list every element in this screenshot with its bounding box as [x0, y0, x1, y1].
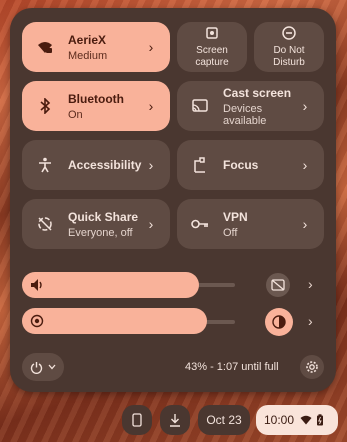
settings-button[interactable]: [300, 355, 324, 379]
brightness-slider[interactable]: [22, 308, 207, 334]
download-icon: [169, 413, 181, 427]
chevron-right-icon: ›: [302, 216, 308, 232]
screen-capture-tile[interactable]: Screen capture: [177, 22, 247, 72]
bluetooth-title: Bluetooth: [68, 91, 124, 106]
chevron-right-icon: ›: [148, 216, 154, 232]
captions-off-icon: [271, 279, 285, 291]
audio-settings-chevron-icon[interactable]: ›: [308, 276, 313, 292]
hide-captions-button[interactable]: [266, 273, 290, 297]
wifi-network-name: AerieX: [68, 32, 107, 47]
bluetooth-icon: [36, 97, 54, 115]
accessibility-icon: [36, 156, 54, 174]
quick-settings-panel: AerieX Medium › Screen capture Do Not Di…: [10, 8, 336, 392]
phone-icon: [132, 413, 142, 427]
cast-icon: [191, 97, 209, 115]
chevron-right-icon: ›: [148, 98, 154, 114]
contrast-icon: [272, 315, 286, 329]
power-icon: [30, 361, 43, 374]
do-not-disturb-label-2: Disturb: [273, 57, 305, 68]
vpn-key-icon: [191, 215, 209, 233]
screen-capture-icon: [204, 25, 220, 41]
phone-hub-button[interactable]: [122, 405, 152, 435]
cast-status: Devices available: [223, 102, 267, 127]
chevron-down-icon: [48, 364, 56, 370]
focus-icon: [191, 156, 209, 174]
accessibility-title: Accessibility: [68, 158, 142, 172]
wifi-signal-strength: Medium: [68, 49, 108, 62]
focus-tile[interactable]: Focus ›: [177, 140, 324, 190]
chevron-right-icon: ›: [302, 98, 308, 114]
chevron-right-icon: ›: [148, 39, 154, 55]
chevron-right-icon: ›: [148, 157, 154, 173]
quick-share-status: Everyone, off: [68, 226, 133, 239]
quick-share-off-icon: [36, 215, 54, 233]
wifi-tile[interactable]: AerieX Medium ›: [22, 22, 170, 72]
bluetooth-tile[interactable]: Bluetooth On ›: [22, 81, 170, 131]
vpn-tile[interactable]: VPN Off ›: [177, 199, 324, 249]
quick-share-tile[interactable]: Quick Share Everyone, off ›: [22, 199, 170, 249]
bluetooth-status: On: [68, 108, 83, 121]
chevron-right-icon: ›: [302, 157, 308, 173]
do-not-disturb-icon: [281, 25, 297, 41]
status-area[interactable]: 10:00: [256, 405, 338, 435]
quick-share-title: Quick Share: [68, 209, 139, 224]
volume-slider[interactable]: [22, 272, 199, 298]
brightness-icon: [30, 314, 44, 328]
vpn-status: Off: [223, 226, 238, 239]
dark-theme-button[interactable]: [265, 308, 293, 336]
focus-title: Focus: [223, 158, 259, 172]
cast-screen-tile[interactable]: Cast screen Devices available ›: [177, 81, 324, 131]
cast-title: Cast screen: [223, 85, 292, 100]
downloads-button[interactable]: [160, 405, 190, 435]
volume-icon: [30, 278, 44, 292]
gear-icon: [305, 360, 319, 374]
date-tray[interactable]: Oct 23: [198, 405, 250, 435]
display-settings-chevron-icon[interactable]: ›: [308, 313, 313, 329]
wifi-icon: [300, 415, 312, 425]
screen-capture-label-2: capture: [195, 57, 229, 68]
battery-status-text: 43% - 1:07 until full: [185, 361, 279, 373]
power-menu-button[interactable]: [22, 353, 64, 381]
wifi-lock-icon: [36, 38, 54, 56]
time-text: 10:00: [264, 413, 295, 427]
do-not-disturb-label-1: Do Not: [273, 45, 305, 56]
accessibility-tile[interactable]: Accessibility ›: [22, 140, 170, 190]
date-text: Oct 23: [206, 413, 242, 427]
do-not-disturb-tile[interactable]: Do Not Disturb: [254, 22, 324, 72]
screen-capture-label-1: Screen: [196, 45, 228, 56]
vpn-title: VPN: [223, 209, 248, 224]
battery-charging-icon: [316, 414, 324, 426]
